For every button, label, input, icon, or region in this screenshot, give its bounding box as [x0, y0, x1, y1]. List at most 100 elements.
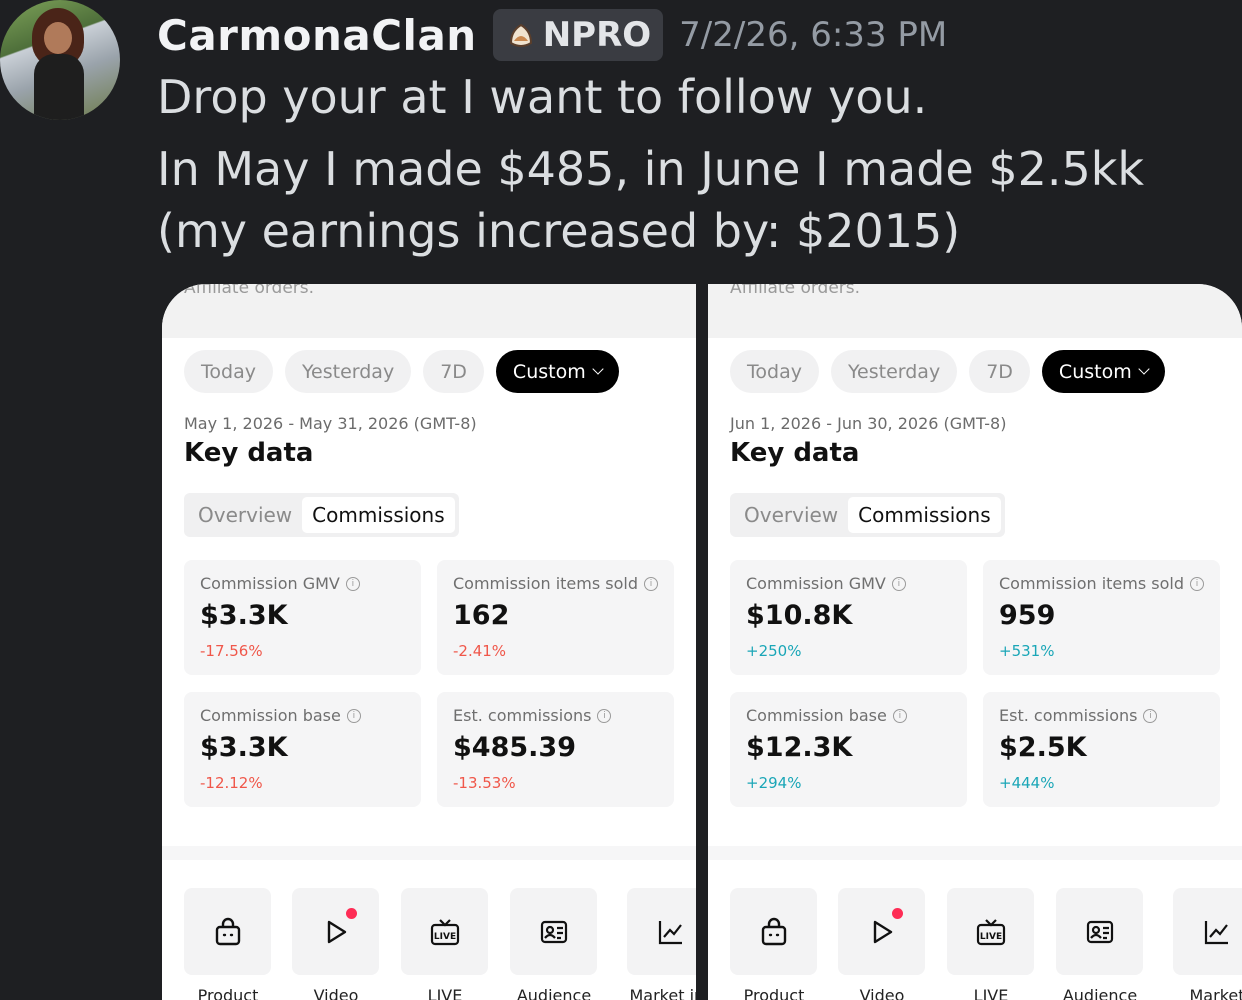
- metric-commission-base[interactable]: Commission base i $3.3K -12.12%: [184, 692, 421, 807]
- metric-label: Est. commissions: [453, 706, 592, 725]
- screenshot-june[interactable]: Affiliate orders. Today Yesterday 7D Cus…: [708, 284, 1242, 1000]
- metric-label: Commission base: [746, 706, 887, 725]
- screenshot-may[interactable]: Affiliate orders. Today Yesterday 7D Cus…: [162, 284, 696, 1000]
- tab-commissions[interactable]: Commissions: [302, 497, 455, 533]
- tool-label: LIVE: [973, 986, 1009, 1000]
- metric-change: -13.53%: [453, 774, 516, 792]
- section-title: Key data: [730, 438, 860, 468]
- info-icon[interactable]: i: [345, 576, 360, 591]
- metric-commission-gmv[interactable]: Commission GMV i $10.8K +250%: [730, 560, 967, 675]
- tool-label: Market: [1189, 986, 1242, 1000]
- chip-custom[interactable]: Custom: [495, 350, 619, 393]
- info-icon[interactable]: i: [1143, 708, 1158, 723]
- metric-change: +250%: [746, 642, 802, 660]
- server-tag[interactable]: NPRO: [492, 9, 664, 61]
- metric-value: $3.3K: [200, 600, 288, 631]
- username[interactable]: CarmonaClan: [157, 11, 477, 60]
- tool-video[interactable]: [292, 888, 379, 975]
- info-icon[interactable]: i: [1190, 576, 1205, 591]
- metric-est-commissions[interactable]: Est. commissions i $485.39 -13.53%: [437, 692, 674, 807]
- tool-audience[interactable]: [510, 888, 597, 975]
- metric-label: Commission GMV: [746, 574, 886, 593]
- metric-value: 162: [453, 600, 510, 631]
- tool-live[interactable]: LIVE: [401, 888, 488, 975]
- metric-label: Est. commissions: [999, 706, 1138, 725]
- chip-yesterday[interactable]: Yesterday: [284, 350, 412, 393]
- shopping-bag-icon: [761, 917, 786, 945]
- tool-label: LIVE: [427, 986, 463, 1000]
- tool-live[interactable]: LIVE: [947, 888, 1034, 975]
- metric-change: +294%: [746, 774, 802, 792]
- info-icon[interactable]: i: [346, 708, 361, 723]
- metric-items-sold[interactable]: Commission items sold i 162 -2.41%: [437, 560, 674, 675]
- metric-value: $2.5K: [999, 732, 1087, 763]
- tool-market-insights[interactable]: [627, 888, 696, 975]
- metric-est-commissions[interactable]: Est. commissions i $2.5K +444%: [983, 692, 1220, 807]
- date-chips: Today Yesterday 7D Custom: [184, 350, 631, 393]
- tab-switcher: Overview Commissions: [730, 493, 1005, 537]
- metric-value: $10.8K: [746, 600, 853, 631]
- tab-overview[interactable]: Overview: [734, 497, 848, 533]
- chip-today[interactable]: Today: [184, 350, 273, 393]
- chevron-down-icon: [1138, 363, 1150, 375]
- chip-custom[interactable]: Custom: [1041, 350, 1165, 393]
- tool-label: Video: [859, 986, 905, 1000]
- play-icon: [873, 920, 892, 943]
- chevron-down-icon: [592, 363, 604, 375]
- tool-product[interactable]: [730, 888, 817, 975]
- play-icon: [327, 920, 346, 943]
- tool-product[interactable]: [184, 888, 271, 975]
- chip-7d[interactable]: 7D: [423, 350, 484, 393]
- message-line-1: Drop your at I want to follow you.: [157, 70, 928, 124]
- tool-label: Product: [743, 986, 805, 1000]
- chip-yesterday[interactable]: Yesterday: [830, 350, 958, 393]
- metric-change: +444%: [999, 774, 1055, 792]
- tab-switcher: Overview Commissions: [184, 493, 459, 537]
- svg-text:LIVE: LIVE: [433, 932, 455, 942]
- section-title: Key data: [184, 438, 314, 468]
- notification-dot: [892, 908, 903, 919]
- metric-label: Commission base: [200, 706, 341, 725]
- section-divider: [162, 846, 696, 860]
- metric-change: -2.41%: [453, 642, 507, 660]
- tool-label: Audience: [516, 986, 592, 1000]
- chart-line-icon: [658, 920, 682, 944]
- tool-label: Market ins: [629, 986, 696, 1000]
- metric-change: -12.12%: [200, 774, 263, 792]
- chip-today[interactable]: Today: [730, 350, 819, 393]
- date-range: Jun 1, 2026 - Jun 30, 2026 (GMT-8): [730, 414, 1007, 433]
- server-tag-label: NPRO: [542, 15, 652, 55]
- info-icon[interactable]: i: [892, 708, 907, 723]
- section-divider: [708, 846, 1242, 860]
- metric-label: Commission items sold: [999, 574, 1185, 593]
- metric-label: Commission items sold: [453, 574, 639, 593]
- id-card-icon: [1086, 920, 1113, 943]
- chip-custom-label: Custom: [512, 360, 586, 383]
- tool-audience[interactable]: [1056, 888, 1143, 975]
- affiliate-orders-text: Affiliate orders.: [184, 284, 315, 298]
- metric-value: $12.3K: [746, 732, 853, 763]
- shopping-bag-icon: [215, 917, 240, 945]
- live-tv-icon: LIVE: [430, 918, 459, 945]
- tab-commissions[interactable]: Commissions: [848, 497, 1001, 533]
- info-icon[interactable]: i: [644, 576, 659, 591]
- metric-items-sold[interactable]: Commission items sold i 959 +531%: [983, 560, 1220, 675]
- chip-7d[interactable]: 7D: [969, 350, 1030, 393]
- svg-text:LIVE: LIVE: [979, 932, 1001, 942]
- tab-overview[interactable]: Overview: [188, 497, 302, 533]
- date-chips: Today Yesterday 7D Custom: [730, 350, 1177, 393]
- message-line-2: In May I made $485, in June I made $2.5k…: [157, 142, 1145, 258]
- info-icon[interactable]: i: [597, 708, 612, 723]
- tool-label: Video: [313, 986, 359, 1000]
- metric-value: $3.3K: [200, 732, 288, 763]
- tool-market-insights[interactable]: [1173, 888, 1242, 975]
- metric-commission-gmv[interactable]: Commission GMV i $3.3K -17.56%: [184, 560, 421, 675]
- pouch-icon: [509, 23, 532, 47]
- info-icon[interactable]: i: [891, 576, 906, 591]
- avatar[interactable]: [0, 0, 120, 120]
- metric-value: $485.39: [453, 732, 576, 763]
- metric-change: +531%: [999, 642, 1055, 660]
- tool-video[interactable]: [838, 888, 925, 975]
- metric-commission-base[interactable]: Commission base i $12.3K +294%: [730, 692, 967, 807]
- timestamp: 7/2/26, 6:33 PM: [679, 15, 948, 55]
